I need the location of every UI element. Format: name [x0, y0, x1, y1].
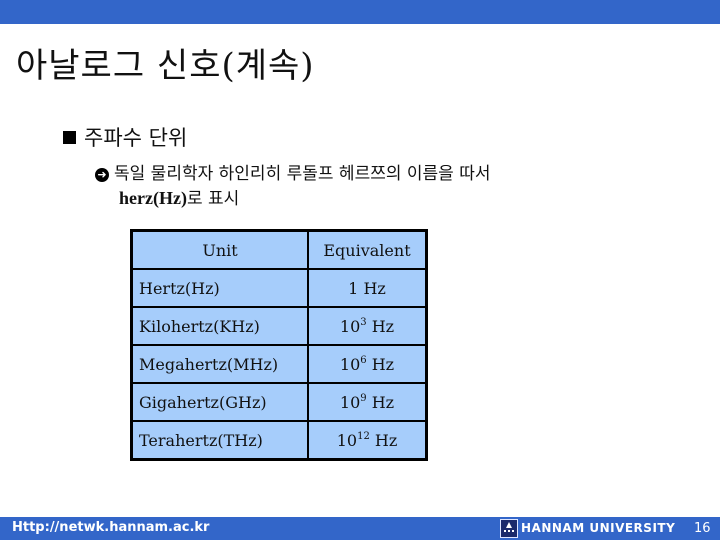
sub-bullet-line2: herz(Hz)로 표시: [95, 186, 491, 211]
sub-bullet: ➜ 독일 물리학자 하인리히 루돌프 헤르쯔의 이름을 따서 herz(Hz)로 …: [95, 162, 491, 211]
equivalent-base: 10: [339, 354, 361, 374]
university-logo-icon: [500, 519, 518, 538]
unit-cell: Kilohertz(KHz): [130, 306, 309, 346]
hz-term: herz(Hz): [119, 188, 187, 208]
equivalent-base: 10: [339, 392, 361, 412]
table-header-row: Unit Equivalent: [130, 229, 428, 270]
header-unit: Unit: [130, 229, 309, 270]
table-row: Gigahertz(GHz) 109 Hz: [130, 382, 428, 422]
table-row: Kilohertz(KHz) 103 Hz: [130, 306, 428, 346]
square-bullet-icon: [63, 130, 76, 144]
footer-bar: Http://netwk.hannam.ac.kr HANNAM UNIVERS…: [0, 517, 720, 540]
frequency-units-table: Unit Equivalent Hertz(Hz) 1 Hz Kilohertz(K…: [130, 229, 428, 461]
sub-bullet-line1: 독일 물리학자 하인리히 루돌프 헤르쯔의 이름을 따서: [114, 164, 491, 184]
equivalent-cell: 1012 Hz: [307, 420, 428, 461]
table-row: Hertz(Hz) 1 Hz: [130, 268, 428, 308]
equivalent-unit: Hz: [366, 392, 395, 412]
header-equivalent: Equivalent: [307, 229, 428, 270]
bullet-label: 주파수 단위: [84, 126, 188, 150]
slide-title: 아날로그 신호(계속): [16, 46, 315, 86]
unit-cell: Gigahertz(GHz): [130, 382, 309, 422]
table-row: Megahertz(MHz) 106 Hz: [130, 344, 428, 384]
equivalent-cell: 103 Hz: [307, 306, 428, 346]
equivalent-unit: Hz: [369, 430, 398, 450]
equivalent-exponent: 12: [357, 430, 370, 442]
university-name: HANNAM UNIVERSITY: [521, 521, 676, 535]
equivalent-base: 10: [336, 430, 358, 450]
table-row: Terahertz(THz) 1012 Hz: [130, 420, 428, 461]
top-banner: [0, 0, 720, 24]
equivalent-cell: 106 Hz: [307, 344, 428, 384]
equivalent-unit: Hz: [366, 316, 395, 336]
bullet-frequency-units: 주파수 단위: [63, 122, 187, 152]
sub-bullet-line2-rest: 로 표시: [186, 189, 240, 209]
equivalent-cell: 1 Hz: [307, 268, 428, 308]
footer-url[interactable]: Http://netwk.hannam.ac.kr: [12, 520, 209, 535]
page-number: 16: [694, 521, 711, 536]
arrow-circle-icon: ➜: [95, 168, 109, 182]
equivalent-base: 10: [339, 316, 361, 336]
unit-cell: Hertz(Hz): [130, 268, 309, 308]
unit-cell: Megahertz(MHz): [130, 344, 309, 384]
equivalent-unit: Hz: [366, 354, 395, 374]
unit-cell: Terahertz(THz): [130, 420, 309, 461]
equivalent-base: 1 Hz: [348, 278, 386, 298]
equivalent-cell: 109 Hz: [307, 382, 428, 422]
